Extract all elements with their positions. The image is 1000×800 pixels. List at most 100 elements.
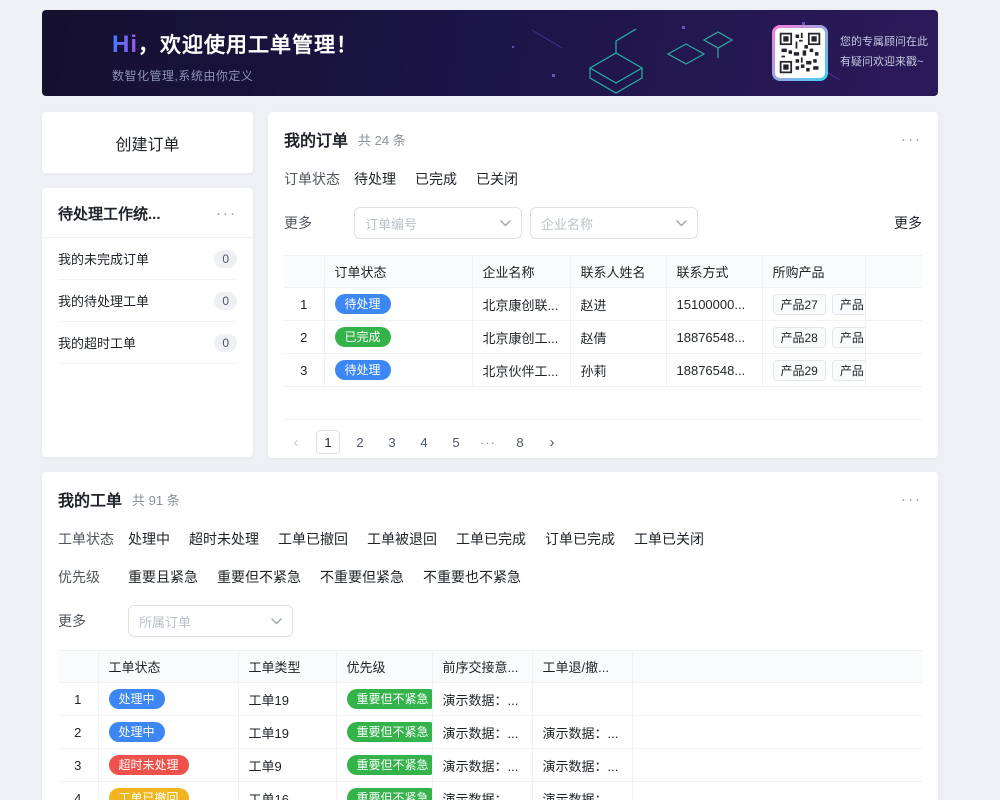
- more-filters-label: 更多: [284, 213, 354, 233]
- empty-cell: [632, 749, 922, 782]
- banner-subtitle: 数智化管理,系统由你定义: [112, 67, 358, 84]
- advisor-note-line2: 有疑问欢迎来戳~: [840, 53, 928, 73]
- header-cell: 工单退/撤...: [532, 651, 632, 683]
- banner-greeting: Hi，欢迎使用工单管理！ 数智化管理,系统由你定义: [112, 29, 358, 84]
- order-status-cell: 待处理: [324, 354, 472, 387]
- orders-more-link[interactable]: 更多: [894, 213, 922, 233]
- orders-table-header-row: 订单状态 企业名称 联系人姓名 联系方式 所购产品: [284, 256, 922, 288]
- stats-item-label: 我的未完成订单: [58, 249, 149, 268]
- priority-option[interactable]: 不重要也不紧急: [423, 567, 521, 587]
- stats-item-unfinished-orders[interactable]: 我的未完成订单 0: [58, 238, 237, 280]
- order-row[interactable]: 3 待处理 北京伙伴工... 孙莉 18876548... 产品29产品: [284, 354, 922, 387]
- more-horizontal-icon[interactable]: ···: [216, 206, 237, 221]
- workorder-status-badge: 超时未处理: [109, 755, 189, 775]
- products-cell: 产品29产品: [762, 354, 865, 387]
- orders-panel-title: 我的订单: [284, 127, 348, 151]
- order-status-option[interactable]: 待处理: [354, 169, 396, 189]
- priority-badge: 重要但不紧急: [347, 689, 433, 709]
- return-note-cell: 演示数据：...: [532, 749, 632, 782]
- order-row[interactable]: 2 已完成 北京康创工... 赵倩 18876548... 产品28产品: [284, 321, 922, 354]
- header-cell: 联系方式: [666, 256, 762, 288]
- orders-table: 订单状态 企业名称 联系人姓名 联系方式 所购产品 1 待处理 北京康创联...…: [284, 255, 922, 420]
- company-cell: 北京伙伴工...: [472, 354, 570, 387]
- stats-card-title: 待处理工作统...: [58, 203, 161, 224]
- workorder-type-cell: 工单9: [238, 749, 336, 782]
- stats-item-label: 我的待处理工单: [58, 291, 149, 310]
- priority-badge: 重要但不紧急: [347, 788, 433, 800]
- header-cell: 优先级: [336, 651, 432, 683]
- workorder-status-option[interactable]: 工单已撤回: [278, 529, 348, 549]
- orders-count: 共 24 条: [358, 130, 406, 149]
- contact-cell: 赵倩: [570, 321, 666, 354]
- pre-handover-cell: 演示数据：...: [432, 749, 532, 782]
- workorder-status-cell: 处理中: [98, 683, 238, 716]
- workorder-status-option[interactable]: 处理中: [128, 529, 170, 549]
- stats-item-label: 我的超时工单: [58, 333, 136, 352]
- workorders-panel-title: 我的工单: [58, 487, 122, 511]
- order-no-select[interactable]: 订单编号: [354, 207, 522, 239]
- company-select[interactable]: 企业名称: [530, 207, 698, 239]
- pre-handover-cell: 演示数据：...: [432, 782, 532, 800]
- banner-hi-text: Hi: [112, 31, 138, 58]
- empty-cell: [632, 716, 922, 749]
- page-item[interactable]: 8: [508, 430, 532, 454]
- create-order-button[interactable]: 创建订单: [42, 112, 253, 173]
- row-index-cell: 4: [58, 782, 98, 800]
- workorder-row[interactable]: 2 处理中 工单19 重要但不紧急 演示数据：... 演示数据：...: [58, 716, 922, 749]
- empty-cell: [865, 354, 922, 387]
- more-horizontal-icon[interactable]: ···: [901, 492, 922, 507]
- return-note-cell: 演示数据：...: [532, 782, 632, 800]
- qr-pattern: [778, 31, 822, 75]
- workorder-status-option[interactable]: 工单已完成: [456, 529, 526, 549]
- priority-option[interactable]: 重要但不紧急: [217, 567, 301, 587]
- page-item[interactable]: 3: [380, 430, 404, 454]
- workorder-status-options: 处理中 超时未处理 工单已撤回 工单被退回 工单已完成 订单已完成 工单已关闭: [128, 529, 704, 549]
- workorder-row[interactable]: 3 超时未处理 工单9 重要但不紧急 演示数据：... 演示数据：...: [58, 749, 922, 782]
- stats-item-overdue-workorders[interactable]: 我的超时工单 0: [58, 322, 237, 364]
- workorder-type-cell: 工单16: [238, 782, 336, 800]
- header-cell: 所购产品: [762, 256, 865, 288]
- priority-badge: 重要但不紧急: [347, 722, 433, 742]
- chevron-down-icon: [676, 220, 687, 227]
- more-horizontal-icon[interactable]: ···: [901, 132, 922, 147]
- pre-handover-cell: 演示数据：...: [432, 716, 532, 749]
- workorder-status-option[interactable]: 工单已关闭: [634, 529, 704, 549]
- workorder-status-option[interactable]: 订单已完成: [545, 529, 615, 549]
- order-row[interactable]: 1 待处理 北京康创联... 赵进 15100000... 产品27产品: [284, 288, 922, 321]
- page-next-button[interactable]: ›: [540, 430, 564, 454]
- order-status-option[interactable]: 已完成: [415, 169, 457, 189]
- phone-cell: 18876548...: [666, 321, 762, 354]
- phone-cell: 15100000...: [666, 288, 762, 321]
- products-cell: 产品27产品: [762, 288, 865, 321]
- workorder-status-option[interactable]: 工单被退回: [367, 529, 437, 549]
- stats-item-count: 0: [214, 250, 237, 268]
- product-tag: 产品: [832, 327, 865, 348]
- row-index-cell: 1: [284, 288, 324, 321]
- workorder-status-option[interactable]: 超时未处理: [189, 529, 259, 549]
- chevron-down-icon: [271, 618, 282, 625]
- page-item[interactable]: 2: [348, 430, 372, 454]
- workorder-row[interactable]: 4 工单已撤回 工单16 重要但不紧急 演示数据：... 演示数据：...: [58, 782, 922, 800]
- stats-item-count: 0: [214, 292, 237, 310]
- row-index-cell: 3: [284, 354, 324, 387]
- row-index-cell: 2: [284, 321, 324, 354]
- page-item[interactable]: 4: [412, 430, 436, 454]
- parent-order-select[interactable]: 所属订单: [128, 605, 293, 637]
- header-cell: 订单状态: [324, 256, 472, 288]
- workorder-row[interactable]: 1 处理中 工单19 重要但不紧急 演示数据：...: [58, 683, 922, 716]
- page-ellipsis[interactable]: ···: [476, 430, 500, 454]
- header-empty-cell: [632, 651, 922, 683]
- page-prev-button[interactable]: ‹: [284, 430, 308, 454]
- stats-item-pending-workorders[interactable]: 我的待处理工单 0: [58, 280, 237, 322]
- page-item[interactable]: 1: [316, 430, 340, 454]
- empty-cell: [865, 288, 922, 321]
- workorder-status-badge: 处理中: [109, 722, 165, 742]
- priority-option[interactable]: 不重要但紧急: [320, 567, 404, 587]
- company-cell: 北京康创工...: [472, 321, 570, 354]
- priority-option[interactable]: 重要且紧急: [128, 567, 198, 587]
- products-cell: 产品28产品: [762, 321, 865, 354]
- advisor-note-line1: 您的专属顾问在此: [840, 33, 928, 53]
- order-status-badge: 已完成: [335, 327, 391, 347]
- page-item[interactable]: 5: [444, 430, 468, 454]
- order-status-option[interactable]: 已关闭: [476, 169, 518, 189]
